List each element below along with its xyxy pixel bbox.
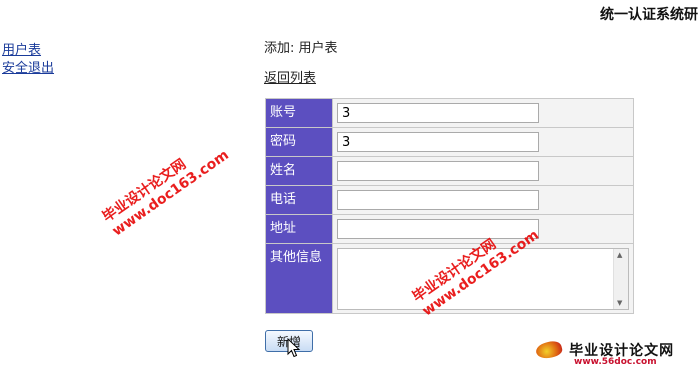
user-form: 账号 密码 姓名 电话 地址 其他信息 ▲ ▼ [265,98,634,314]
sidebar-item-logout[interactable]: 安全退出 [2,60,54,78]
field-label: 电话 [265,185,333,215]
field-label: 密码 [265,127,333,157]
phone-input[interactable] [337,190,539,210]
back-to-list-link[interactable]: 返回列表 [264,67,316,86]
field-label: 账号 [265,98,333,128]
sidebar: 用户表 安全退出 [2,42,54,78]
logo-icon [534,338,564,362]
name-input[interactable] [337,161,539,181]
address-input[interactable] [337,219,539,239]
logo-url: www.56doc.com [574,357,657,367]
other-info-field: ▲ ▼ [337,247,629,310]
form-row-name: 姓名 [265,156,634,186]
scroll-down-icon[interactable]: ▼ [617,299,622,307]
watermark: 毕业设计论文网 www.doc163.com [99,147,232,240]
form-row-address: 地址 [265,214,634,244]
page-title: 添加: 用户表 [264,41,338,56]
form-row-phone: 电话 [265,185,634,215]
field-label: 姓名 [265,156,333,186]
app-title: 统一认证系统研 [600,7,698,23]
account-input[interactable] [337,103,539,123]
form-row-other-info: 其他信息 ▲ ▼ [265,243,634,314]
scroll-up-icon[interactable]: ▲ [617,251,622,259]
field-label: 地址 [265,214,333,244]
form-row-account: 账号 [265,98,634,128]
form-row-password: 密码 [265,127,634,157]
password-input[interactable] [337,132,539,152]
textarea-scrollbar[interactable]: ▲ ▼ [613,248,628,309]
mouse-pointer-icon [287,338,301,358]
field-label: 其他信息 [265,243,333,314]
sidebar-item-user-table[interactable]: 用户表 [2,42,54,60]
site-logo: 毕业设计论文网 www.56doc.com [534,338,674,367]
other-info-textarea[interactable] [338,248,614,309]
